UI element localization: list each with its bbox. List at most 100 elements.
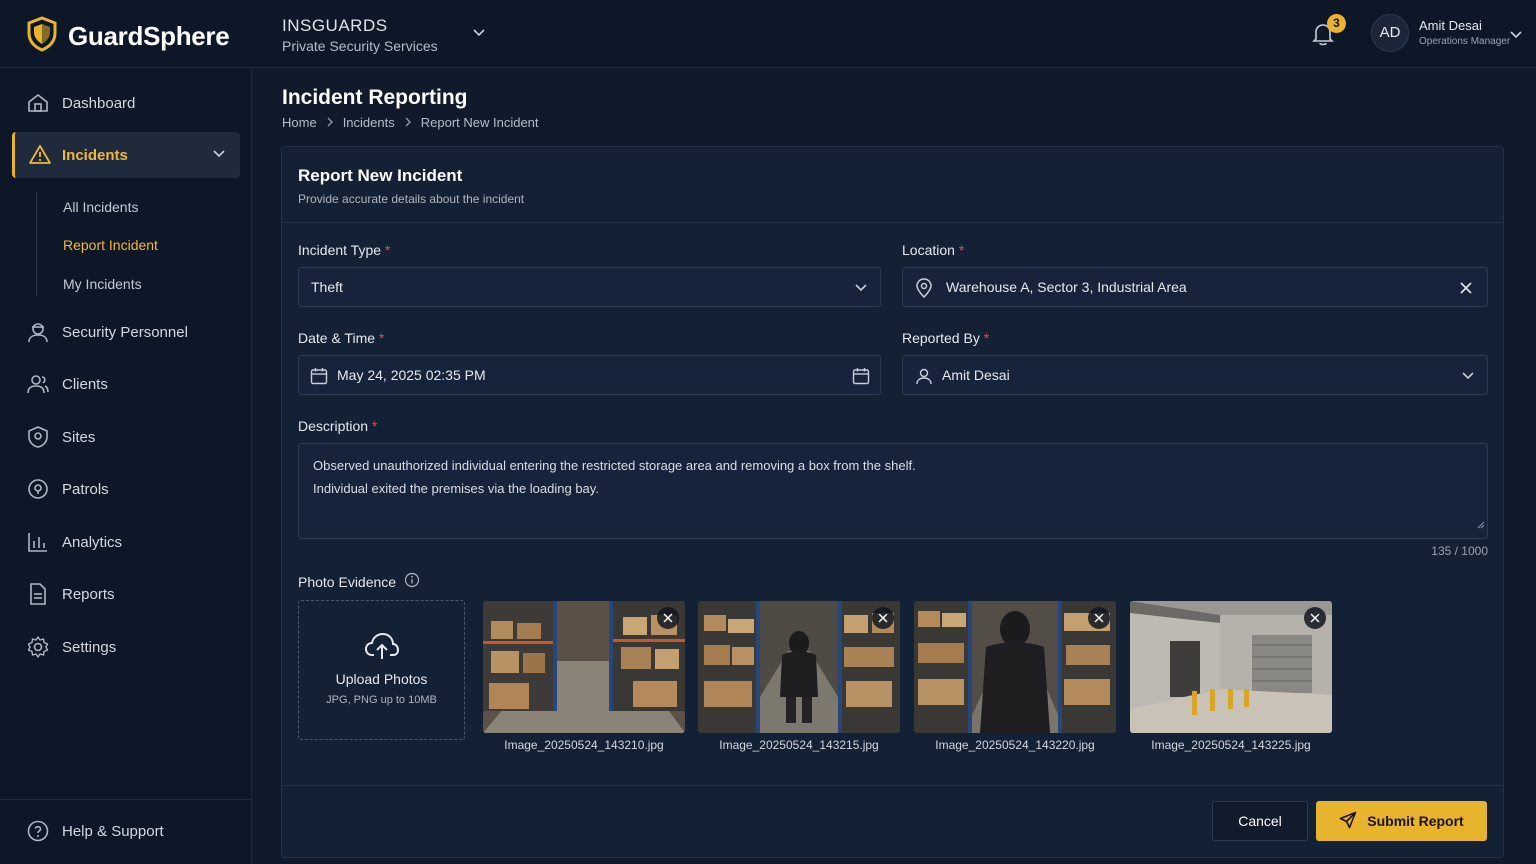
upload-title: Upload Photos	[335, 671, 428, 687]
description-label: Description *	[298, 418, 378, 434]
close-icon[interactable]	[1459, 281, 1473, 300]
sidebar-item-incidents[interactable]: Incidents	[12, 132, 240, 178]
photo-filename: Image_20250524_143215.jpg	[719, 738, 879, 752]
page-title: Incident Reporting	[282, 86, 468, 109]
document-icon	[26, 582, 50, 606]
photo-thumbnail[interactable]	[1130, 601, 1332, 733]
help-support-label: Help & Support	[62, 822, 164, 840]
chevron-down-icon[interactable]	[1510, 28, 1522, 46]
sidebar-item-analytics[interactable]: Analytics	[0, 519, 252, 565]
top-bar: GuardSphere INSGUARDS Private Security S…	[0, 0, 1536, 68]
sidebar-item-label: Patrols	[62, 480, 109, 498]
datetime-value: May 24, 2025 02:35 PM	[337, 367, 486, 383]
datetime-label: Date & Time *	[298, 330, 385, 346]
photo-thumbnail[interactable]	[914, 601, 1116, 733]
photo-evidence-label: Photo Evidence	[298, 572, 420, 591]
app-logo[interactable]: GuardSphere	[26, 16, 230, 57]
avatar[interactable]: AD	[1371, 14, 1409, 52]
character-counter: 135 / 1000	[1431, 544, 1488, 558]
photo-thumbnail[interactable]	[483, 601, 685, 733]
sidebar-item-dashboard[interactable]: Dashboard	[0, 80, 252, 126]
photo-filename: Image_20250524_143210.jpg	[504, 738, 664, 752]
breadcrumb-incidents[interactable]: Incidents	[343, 115, 395, 130]
sidebar-item-patrols[interactable]: Patrols	[0, 466, 252, 512]
guard-icon	[26, 320, 50, 344]
sidebar-item-security-personnel[interactable]: Security Personnel	[0, 309, 252, 355]
submit-label: Submit Report	[1367, 813, 1464, 829]
loading-bay-photo	[1130, 601, 1332, 733]
sidebar-subitem-report-incident[interactable]: Report Incident	[63, 237, 158, 253]
warning-icon	[28, 143, 52, 167]
notification-badge: 3	[1327, 14, 1346, 33]
description-line: Observed unauthorized individual enterin…	[313, 458, 916, 473]
sidebar-item-label: Dashboard	[62, 94, 136, 112]
sidebar-item-label: Clients	[62, 375, 108, 393]
divider	[282, 785, 1503, 786]
reported-by-select[interactable]: Amit Desai	[902, 355, 1488, 395]
location-value: Warehouse A, Sector 3, Industrial Area	[946, 279, 1187, 295]
chevron-right-icon	[403, 115, 413, 130]
shield-logo-icon	[26, 16, 58, 57]
upload-dropzone[interactable]: Upload Photos JPG, PNG up to 10MB	[298, 600, 465, 740]
remove-photo-icon[interactable]	[1088, 607, 1110, 629]
sidebar-item-clients[interactable]: Clients	[0, 361, 252, 407]
chevron-down-icon	[1461, 369, 1475, 388]
form-subtitle: Provide accurate details about the incid…	[298, 192, 525, 206]
sidebar-subitem-my-incidents[interactable]: My Incidents	[63, 276, 142, 292]
calendar-icon[interactable]	[852, 367, 870, 390]
main-content: Incident Reporting Home Incidents Report…	[252, 68, 1536, 864]
submit-report-button[interactable]: Submit Report	[1316, 801, 1487, 841]
sidebar-item-settings[interactable]: Settings	[0, 624, 252, 670]
sidebar-item-sites[interactable]: Sites	[0, 414, 252, 460]
breadcrumb: Home Incidents Report New Incident	[282, 115, 539, 130]
remove-photo-icon[interactable]	[1304, 607, 1326, 629]
send-icon	[1339, 811, 1357, 832]
site-icon	[26, 425, 50, 449]
photo-filename: Image_20250524_143225.jpg	[1151, 738, 1311, 752]
info-icon[interactable]	[404, 572, 420, 591]
map-pin-icon	[26, 477, 50, 501]
upload-hint: JPG, PNG up to 10MB	[326, 694, 437, 706]
map-pin-icon	[915, 278, 933, 303]
sidebar-item-label: Reports	[62, 585, 115, 603]
datetime-picker[interactable]: May 24, 2025 02:35 PM	[298, 355, 881, 395]
photo-thumbnail[interactable]	[698, 601, 900, 733]
sidebar-item-label: Settings	[62, 638, 117, 656]
photo-filename: Image_20250524_143220.jpg	[935, 738, 1095, 752]
resize-handle-icon[interactable]	[1477, 513, 1485, 536]
card-header: Report New Incident Provide accurate det…	[282, 147, 1503, 223]
warehouse-photo-2	[698, 601, 900, 733]
gear-icon	[26, 635, 50, 659]
sidebar-subitem-all-incidents[interactable]: All Incidents	[63, 199, 138, 215]
chevron-down-icon	[854, 281, 868, 300]
sidebar-item-label: Analytics	[62, 533, 123, 551]
remove-photo-icon[interactable]	[872, 607, 894, 629]
remove-photo-icon[interactable]	[657, 607, 679, 629]
warehouse-photo-3	[914, 601, 1116, 733]
warehouse-photo-1	[483, 601, 685, 733]
form-title: Report New Incident	[298, 166, 463, 185]
reported-by-value: Amit Desai	[942, 367, 1010, 383]
incident-type-select[interactable]: Theft	[298, 267, 881, 307]
report-form-card: Report New Incident Provide accurate det…	[281, 146, 1504, 858]
sidebar-item-label: Security Personnel	[62, 323, 188, 341]
breadcrumb-home[interactable]: Home	[282, 115, 317, 130]
location-input[interactable]: Warehouse A, Sector 3, Industrial Area	[902, 267, 1488, 307]
sidebar-item-label: Sites	[62, 428, 96, 446]
help-section: Help & Support	[0, 799, 252, 864]
sidebar-item-reports[interactable]: Reports	[0, 571, 252, 617]
sidebar-item-help-support[interactable]: Help & Support	[0, 808, 252, 854]
incident-type-value: Theft	[311, 279, 343, 295]
description-textarea[interactable]: Observed unauthorized individual enterin…	[298, 443, 1488, 539]
cancel-button[interactable]: Cancel	[1212, 801, 1308, 841]
users-icon	[26, 372, 50, 396]
incidents-subnav: All Incidents Report Incident My Inciden…	[36, 192, 158, 296]
org-switcher[interactable]: INSGUARDS Private Security Services	[282, 16, 438, 54]
home-icon	[26, 91, 50, 115]
cloud-upload-icon	[364, 631, 400, 666]
user-name[interactable]: Amit Desai	[1419, 18, 1482, 33]
chevron-down-icon[interactable]	[472, 26, 486, 45]
location-label: Location *	[902, 242, 965, 258]
chevron-down-icon[interactable]	[212, 147, 226, 166]
app-name: GuardSphere	[68, 21, 230, 51]
